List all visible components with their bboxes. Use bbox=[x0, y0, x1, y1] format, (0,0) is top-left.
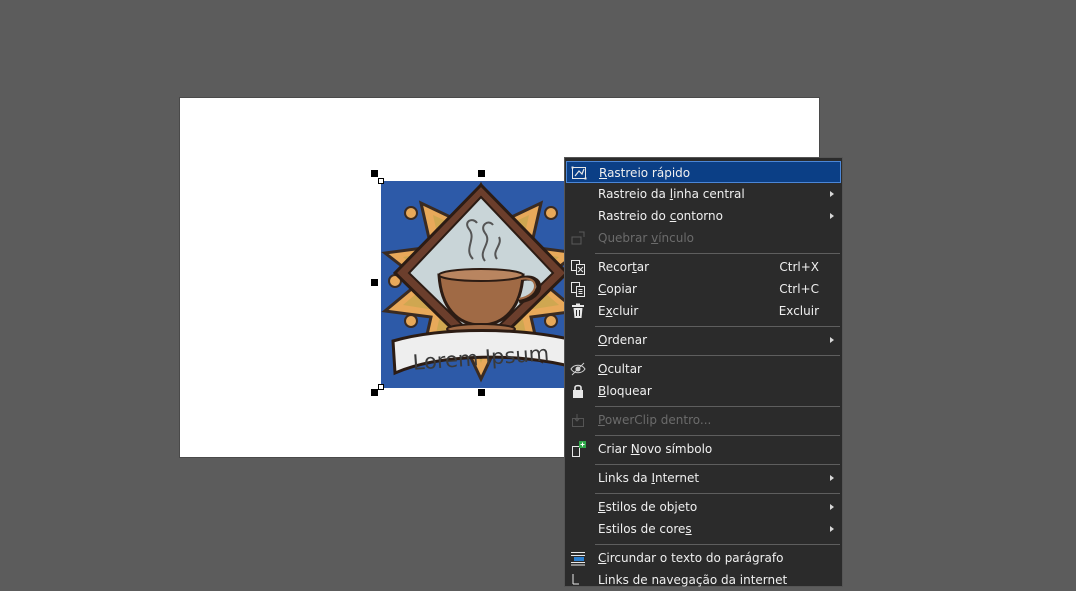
menu-shortcut-copiar: Ctrl+C bbox=[779, 282, 819, 296]
context-menu: Rastreio rápido Rastreio da linha centra… bbox=[564, 157, 843, 587]
link-icon bbox=[572, 574, 579, 585]
submenu-arrow-icon bbox=[830, 213, 834, 219]
menu-item-estilos-objeto[interactable]: Estilos de objeto bbox=[566, 496, 841, 518]
menu-separator bbox=[595, 355, 840, 356]
submenu-arrow-icon bbox=[830, 526, 834, 532]
menu-label-copiar: Copiar bbox=[598, 282, 637, 296]
menu-item-rastreio-contorno[interactable]: Rastreio do contorno bbox=[566, 205, 841, 227]
logo-image[interactable]: Lorem Ipsum bbox=[381, 181, 581, 388]
menu-label-estilos-objeto: Estilos de objeto bbox=[598, 500, 698, 514]
menu-label-bloquear: Bloquear bbox=[598, 384, 652, 398]
selection-handle-middle-left[interactable] bbox=[371, 279, 378, 286]
new-symbol-icon bbox=[572, 441, 586, 457]
menu-item-recortar[interactable]: Recortar Ctrl+X bbox=[566, 256, 841, 278]
menu-item-excluir[interactable]: Excluir Excluir bbox=[566, 300, 841, 322]
cut-icon bbox=[571, 260, 585, 275]
menu-item-ordenar[interactable]: Ordenar bbox=[566, 329, 841, 351]
menu-label-circundar-texto: Circundar o texto do parágrafo bbox=[598, 551, 784, 565]
menu-item-powerclip-dentro: PowerClip dentro... bbox=[566, 409, 841, 431]
powerclip-icon bbox=[572, 414, 584, 427]
menu-label-links-internet: Links da Internet bbox=[598, 471, 700, 485]
menu-item-bloquear[interactable]: Bloquear bbox=[566, 380, 841, 402]
menu-item-ocultar[interactable]: Ocultar bbox=[566, 358, 841, 380]
menu-separator bbox=[595, 435, 840, 436]
submenu-arrow-icon bbox=[830, 337, 834, 343]
menu-item-links-internet[interactable]: Links da Internet bbox=[566, 467, 841, 489]
menu-label-recortar: Recortar bbox=[598, 260, 650, 274]
wrap-text-icon bbox=[571, 552, 585, 566]
menu-separator bbox=[595, 326, 840, 327]
menu-label-criar-novo-simbolo: Criar Novo símbolo bbox=[598, 442, 713, 456]
submenu-arrow-icon bbox=[830, 475, 834, 481]
menu-item-criar-novo-simbolo[interactable]: Criar Novo símbolo bbox=[566, 438, 841, 460]
menu-item-rastreio-linha-central[interactable]: Rastreio da linha central bbox=[566, 183, 841, 205]
menu-separator bbox=[595, 464, 840, 465]
selection-handle-bottom-center[interactable] bbox=[478, 389, 485, 396]
menu-item-copiar[interactable]: Copiar Ctrl+C bbox=[566, 278, 841, 300]
menu-separator bbox=[595, 544, 840, 545]
menu-item-circundar-texto[interactable]: Circundar o texto do parágrafo bbox=[566, 547, 841, 569]
hide-eye-icon bbox=[570, 362, 586, 376]
submenu-arrow-icon bbox=[830, 504, 834, 510]
copy-icon bbox=[571, 282, 585, 297]
menu-item-rastreio-rapido[interactable]: Rastreio rápido bbox=[566, 161, 841, 183]
menu-label-ordenar: Ordenar bbox=[598, 333, 648, 347]
selection-handle-top-left[interactable] bbox=[371, 170, 378, 177]
menu-label-quebrar-vinculo: Quebrar vínculo bbox=[598, 231, 695, 245]
menu-label-rastreio-contorno: Rastreio do contorno bbox=[598, 209, 723, 223]
selection-handle-top-center[interactable] bbox=[478, 170, 485, 177]
menu-item-estilos-cores[interactable]: Estilos de cores bbox=[566, 518, 841, 540]
menu-label-ocultar: Ocultar bbox=[598, 362, 642, 376]
menu-separator bbox=[595, 253, 840, 254]
menu-item-links-cut-off[interactable]: Links de navegação da internet bbox=[566, 569, 841, 591]
menu-shortcut-excluir: Excluir bbox=[778, 304, 819, 318]
menu-label-estilos-cores: Estilos de cores bbox=[598, 522, 692, 536]
menu-item-quebrar-vinculo: Quebrar vínculo bbox=[566, 227, 841, 249]
menu-shortcut-recortar: Ctrl+X bbox=[779, 260, 819, 274]
selection-corner-marker-bottom bbox=[378, 384, 384, 390]
quick-trace-icon bbox=[571, 166, 587, 180]
selection-corner-marker-top bbox=[378, 178, 384, 184]
trash-icon bbox=[572, 303, 584, 318]
menu-label-rastreio-rapido: Rastreio rápido bbox=[599, 166, 691, 180]
selection-handle-bottom-left[interactable] bbox=[371, 389, 378, 396]
menu-separator bbox=[595, 406, 840, 407]
menu-label-powerclip-dentro: PowerClip dentro... bbox=[598, 413, 712, 427]
submenu-arrow-icon bbox=[830, 191, 834, 197]
menu-separator bbox=[595, 493, 840, 494]
menu-label-rastreio-linha-central: Rastreio da linha central bbox=[598, 187, 745, 201]
lock-icon bbox=[573, 384, 583, 398]
break-link-icon bbox=[571, 231, 585, 245]
menu-label-excluir: Excluir bbox=[598, 304, 639, 318]
menu-label-links-cut-off: Links de navegação da internet bbox=[598, 573, 788, 587]
